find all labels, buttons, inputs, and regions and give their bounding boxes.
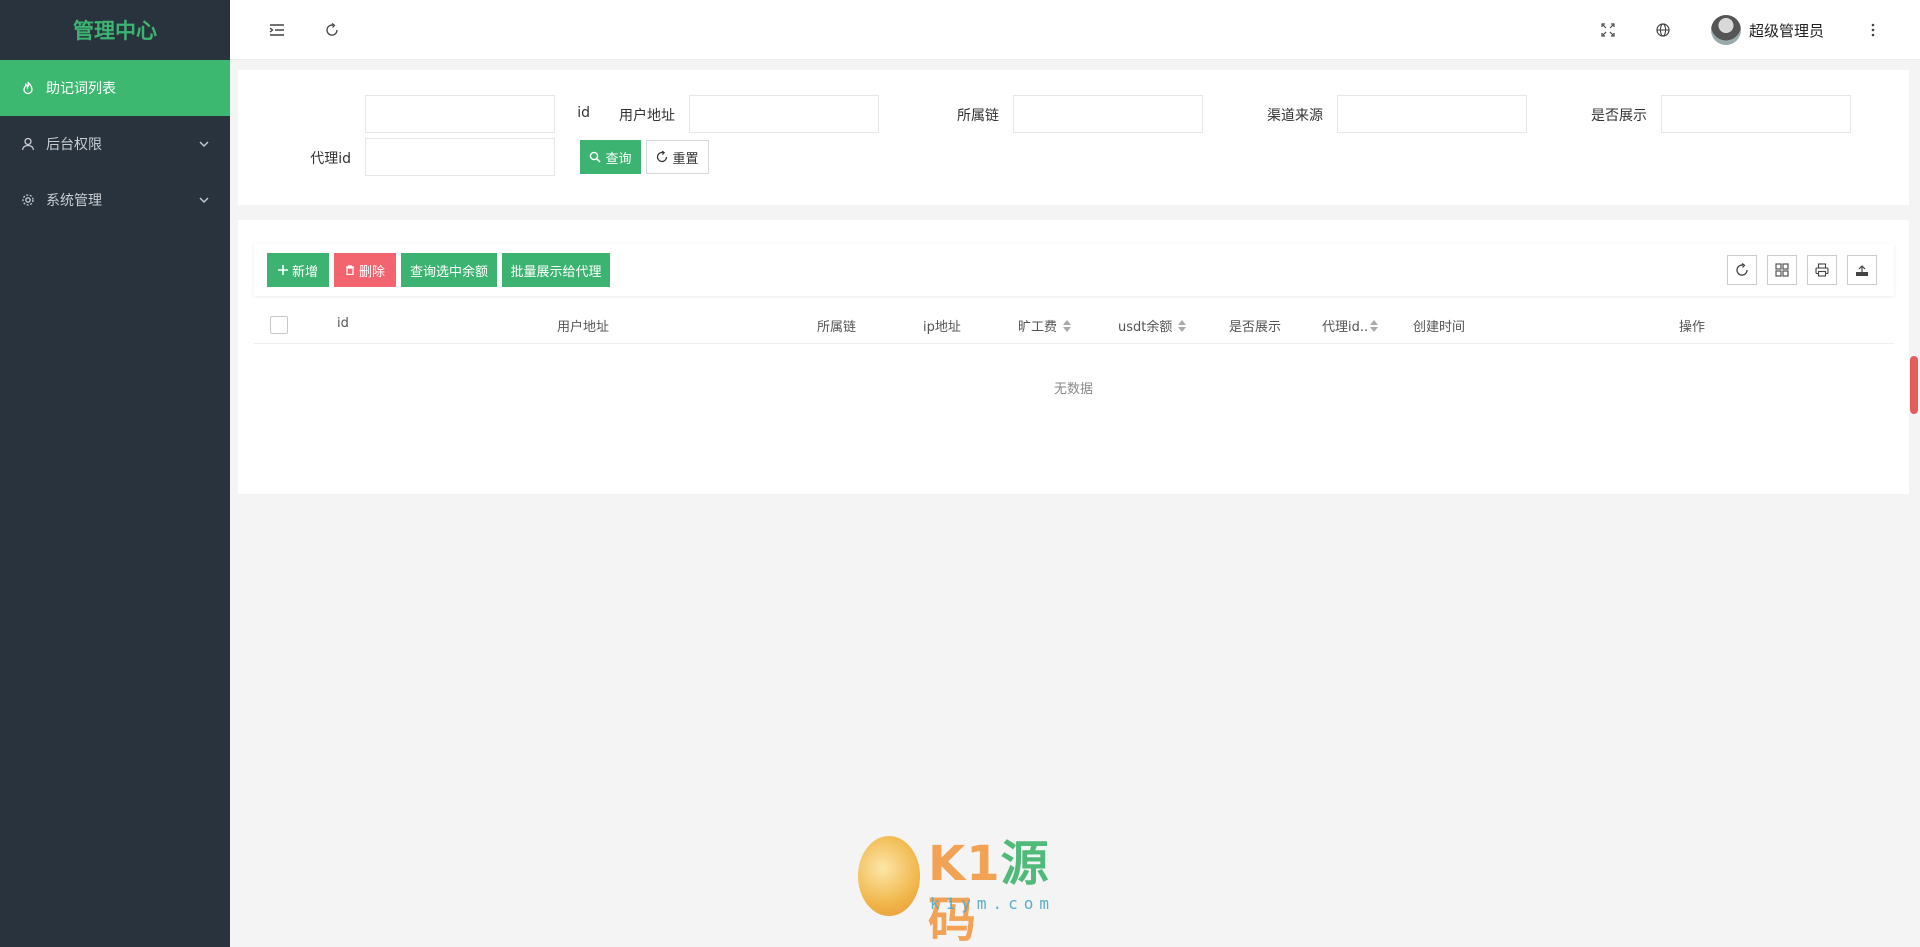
table-toolbar: 新增 删除 查询选中余额 批量展示给代理 [254, 244, 1894, 296]
batch-show-to-agent-button[interactable]: 批量展示给代理 [502, 253, 610, 287]
table-refresh-icon[interactable] [1727, 255, 1757, 285]
more-vertical-icon[interactable] [1863, 20, 1883, 40]
sidebar-item-label: 系统管理 [46, 193, 102, 209]
user-icon [20, 136, 36, 152]
watermark-url: k1ym.com [930, 894, 1056, 913]
gear-icon [20, 192, 36, 208]
sidebar-item-mnemonic-list[interactable]: 助记词列表 [0, 60, 230, 116]
user-menu[interactable]: 超级管理员 [1711, 15, 1824, 45]
column-header-actions: 操作 [1679, 320, 1706, 335]
column-header-user-address: 用户地址 [557, 320, 610, 335]
chain-input[interactable] [1013, 95, 1203, 133]
field-label-channel-source: 渠道来源 [1267, 108, 1323, 124]
brand-title: 管理中心 [73, 19, 157, 43]
reset-button[interactable]: 重置 [646, 140, 709, 174]
column-header-ip-address: ip地址 [923, 320, 961, 335]
scrollbar-thumb[interactable] [1910, 356, 1918, 414]
sort-icon[interactable] [1370, 319, 1379, 332]
watermark-text: K1源码 [928, 836, 1050, 947]
query-selected-balance-label: 查询选中余额 [409, 264, 488, 280]
watermark-emblem-icon [858, 836, 920, 916]
column-header-miner-fee[interactable]: 旷工费 [1018, 316, 1072, 335]
column-header-id: id [337, 316, 349, 331]
sidebar-item-system-management[interactable]: 系统管理 [0, 172, 230, 228]
field-label-chain: 所属链 [957, 108, 999, 124]
sidebar-item-label: 后台权限 [46, 137, 102, 153]
query-selected-balance-button[interactable]: 查询选中余额 [401, 253, 497, 287]
export-icon[interactable] [1847, 255, 1877, 285]
column-header-chain: 所属链 [817, 320, 857, 335]
field-label-user-address: 用户地址 [619, 108, 675, 124]
reset-button-label: 重置 [672, 151, 699, 167]
add-button-label: 新增 [291, 264, 318, 280]
delete-button[interactable]: 删除 [334, 253, 396, 287]
chevron-down-icon [198, 138, 210, 150]
agent-id-input[interactable] [365, 138, 555, 176]
column-header-label: usdt余额 [1118, 320, 1173, 335]
channel-source-input[interactable] [1337, 95, 1527, 133]
user-address-input[interactable] [689, 95, 879, 133]
empty-state-text: 无数据 [1053, 382, 1093, 397]
query-button[interactable]: 查询 [580, 140, 641, 174]
delete-button-label: 删除 [358, 264, 385, 280]
fire-icon [20, 80, 36, 96]
select-all-checkbox[interactable] [270, 316, 288, 334]
table-header: id 用户地址 所属链 ip地址 旷工费 usdt余额 是否展示 代理id.. … [254, 304, 1894, 344]
search-form: id 用户地址 所属链 渠道来源 是否展示 代理id 查询 重置 [238, 70, 1909, 205]
field-label-agent-id: 代理id [310, 151, 351, 167]
chevron-down-icon [198, 194, 210, 206]
field-label-is-shown: 是否展示 [1591, 108, 1647, 124]
sort-icon[interactable] [1063, 319, 1072, 332]
sidebar-item-label: 助记词列表 [46, 81, 116, 97]
user-name: 超级管理员 [1749, 21, 1825, 40]
column-header-agent-id[interactable]: 代理id.. [1322, 316, 1379, 335]
column-header-usdt-balance[interactable]: usdt余额 [1118, 316, 1187, 335]
column-header-is-shown: 是否展示 [1229, 320, 1282, 335]
fullscreen-icon[interactable] [1598, 20, 1618, 40]
trash-icon [345, 265, 355, 275]
search-icon [589, 151, 602, 163]
add-button[interactable]: 新增 [267, 253, 329, 287]
menu-collapse-icon[interactable] [267, 20, 287, 40]
avatar [1711, 15, 1741, 45]
column-header-label: 代理id.. [1322, 320, 1369, 335]
plus-icon [277, 265, 288, 275]
print-icon[interactable] [1807, 255, 1837, 285]
sidebar: 管理中心 助记词列表 后台权限 系统管理 [0, 0, 230, 947]
id-input[interactable] [365, 95, 555, 133]
column-header-label: 旷工费 [1018, 320, 1058, 335]
top-header: 超级管理员 [230, 0, 1920, 60]
column-header-created-time: 创建时间 [1413, 320, 1466, 335]
refresh-icon[interactable] [322, 20, 342, 40]
watermark-logo: K1源码 k1ym.com [858, 836, 1068, 947]
is-shown-input[interactable] [1661, 95, 1851, 133]
refresh-icon [656, 151, 668, 163]
sort-icon[interactable] [1178, 319, 1187, 332]
language-globe-icon[interactable] [1653, 20, 1673, 40]
columns-filter-icon[interactable] [1767, 255, 1797, 285]
query-button-label: 查询 [605, 151, 632, 167]
sidebar-item-admin-permissions[interactable]: 后台权限 [0, 116, 230, 172]
batch-show-to-agent-label: 批量展示给代理 [510, 264, 602, 280]
table-panel: 新增 删除 查询选中余额 批量展示给代理 id 用户地址 所属链 ip地址 旷工… [238, 220, 1909, 494]
